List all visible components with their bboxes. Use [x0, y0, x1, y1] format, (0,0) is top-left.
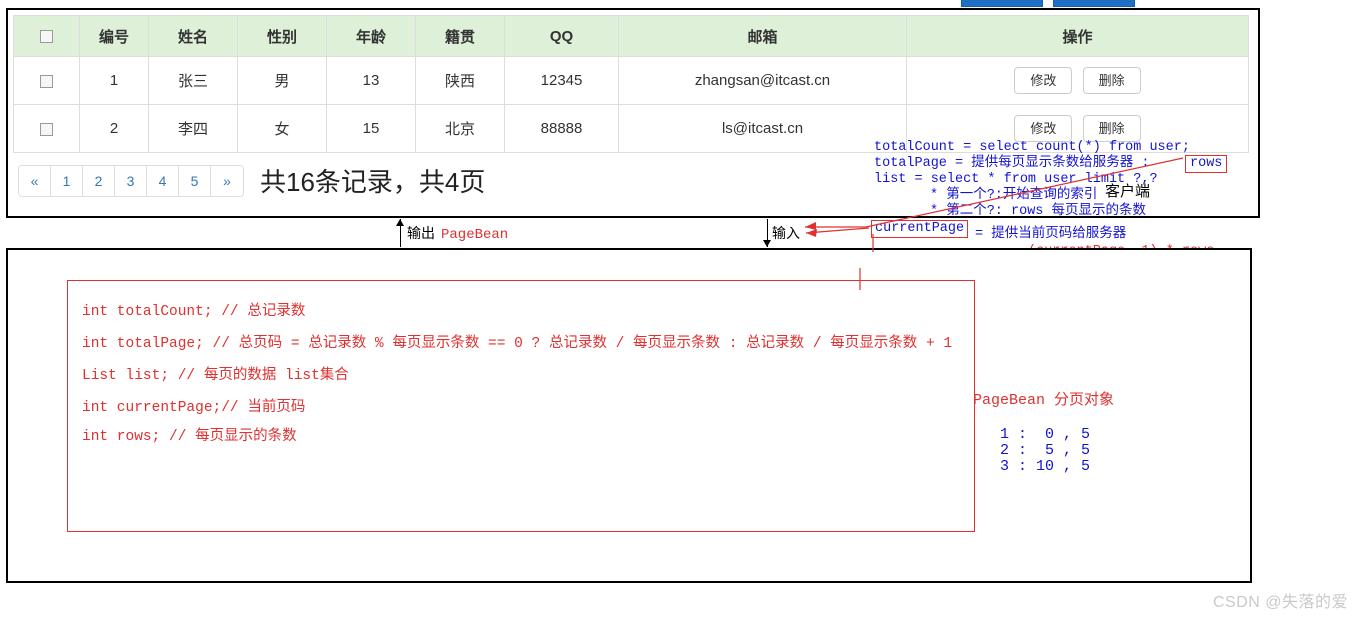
select-all-checkbox[interactable] [40, 30, 53, 43]
row-checkbox[interactable] [40, 75, 53, 88]
cell-email: zhangsan@itcast.cn [619, 57, 907, 105]
cell-gender: 男 [238, 57, 327, 105]
cell-qq: 88888 [505, 105, 619, 153]
row-checkbox-cell [14, 57, 80, 105]
column-qq: QQ [505, 16, 619, 57]
cell-actions: 修改 删除 [907, 57, 1249, 105]
cell-qq: 12345 [505, 57, 619, 105]
row-checkbox-cell [14, 105, 80, 153]
annotation-line-1: totalCount = select count(*) from user; [874, 140, 1190, 155]
code-line-list: List list; // 每页的数据 list集合 [82, 363, 349, 384]
column-gender: 性别 [238, 16, 327, 57]
diagram-canvas: 编号 姓名 性别 年龄 籍贯 QQ 邮箱 操作 1 张三 男 [0, 0, 1360, 620]
connector-currentpage [806, 228, 869, 233]
column-actions: 操作 [907, 16, 1249, 57]
cell-age: 13 [327, 57, 416, 105]
column-name: 姓名 [149, 16, 238, 57]
pagination-summary: 共16条记录，共4页 [260, 162, 485, 199]
cell-id: 2 [80, 105, 149, 153]
pagebean-code-box: int totalCount; // 总记录数 int totalPage; /… [67, 280, 975, 532]
output-label: 输出 PageBean [407, 223, 508, 243]
pagination-page-1[interactable]: 1 [51, 166, 83, 196]
output-value: PageBean [441, 227, 508, 243]
rows-highlight-box: rows [1185, 155, 1227, 173]
cell-name: 张三 [149, 57, 238, 105]
input-label: 输入 [772, 223, 800, 243]
code-line-current-page: int currentPage;// 当前页码 [82, 395, 305, 416]
column-age: 年龄 [327, 16, 416, 57]
column-id: 编号 [80, 16, 149, 57]
top-blue-bar-right [1053, 0, 1135, 7]
currentpage-description: = 提供当前页码给服务器 [975, 221, 1126, 242]
pagination-page-4[interactable]: 4 [147, 166, 179, 196]
pagebean-title: PageBean 分页对象 [973, 388, 1114, 409]
column-select-all [14, 16, 80, 57]
annotation-line-2: totalPage = 提供每页显示条数给服务器 : [874, 156, 1149, 171]
top-blue-bar-left [961, 0, 1043, 7]
connector-arrowhead-upper [805, 222, 816, 230]
watermark: CSDN @失落的爱 [1213, 588, 1348, 612]
client-label: 客户端 [1105, 180, 1150, 201]
user-table: 编号 姓名 性别 年龄 籍贯 QQ 邮箱 操作 1 张三 男 [13, 15, 1249, 153]
delete-button[interactable]: 删除 [1083, 67, 1141, 95]
pagination-page-2[interactable]: 2 [83, 166, 115, 196]
pagination: « 1 2 3 4 5 » [18, 165, 244, 197]
pagination-area: « 1 2 3 4 5 » 共16条记录，共4页 [18, 162, 485, 199]
annotation-line-4: * 第一个?:开始查询的索引 [874, 188, 1097, 203]
table-row: 1 张三 男 13 陕西 12345 zhangsan@itcast.cn 修改… [14, 57, 1249, 105]
table-header-row: 编号 姓名 性别 年龄 籍贯 QQ 邮箱 操作 [14, 16, 1249, 57]
cell-hometown: 陕西 [416, 57, 505, 105]
edit-button[interactable]: 修改 [1014, 67, 1072, 95]
pagination-prev[interactable]: « [19, 166, 51, 196]
output-arrow-icon [400, 219, 401, 247]
pagination-page-5[interactable]: 5 [179, 166, 211, 196]
pagination-next[interactable]: » [211, 166, 243, 196]
server-panel: int totalCount; // 总记录数 int totalPage; /… [6, 248, 1252, 583]
cell-gender: 女 [238, 105, 327, 153]
edit-button[interactable]: 修改 [1014, 115, 1072, 143]
currentpage-highlight-box: currentPage [871, 220, 968, 238]
column-email: 邮箱 [619, 16, 907, 57]
pagebean-page-index-list: 1 : 0 , 5 2 : 5 , 5 3 : 10 , 5 [1000, 427, 1090, 475]
cell-age: 15 [327, 105, 416, 153]
row-checkbox[interactable] [40, 123, 53, 136]
pagination-page-3[interactable]: 3 [115, 166, 147, 196]
cell-name: 李四 [149, 105, 238, 153]
connector-arrowhead-lower [806, 229, 817, 237]
code-line-total-page: int totalPage; // 总页码 = 总记录数 % 每页显示条数 ==… [82, 331, 952, 352]
code-line-rows: int rows; // 每页显示的条数 [82, 424, 297, 445]
annotation-line-5: * 第二个?: rows 每页显示的条数 [874, 204, 1146, 219]
output-label-text: 输出 [407, 225, 435, 241]
delete-button[interactable]: 删除 [1083, 115, 1141, 143]
code-line-total-count: int totalCount; // 总记录数 [82, 299, 305, 320]
input-arrow-icon [767, 219, 768, 247]
cell-hometown: 北京 [416, 105, 505, 153]
cell-email: ls@itcast.cn [619, 105, 907, 153]
column-hometown: 籍贯 [416, 16, 505, 57]
cell-id: 1 [80, 57, 149, 105]
